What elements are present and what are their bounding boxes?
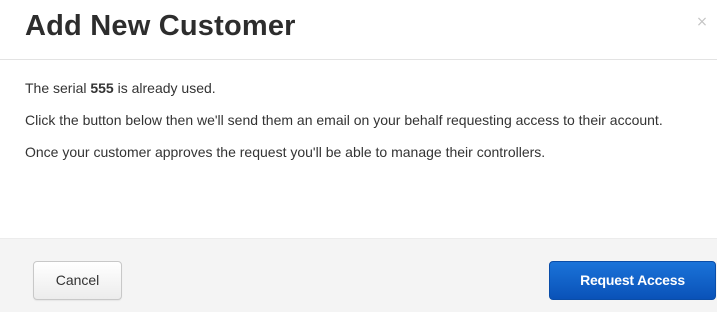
serial-message: The serial 555 is already used. bbox=[25, 78, 715, 98]
dialog-header: Add New Customer × bbox=[0, 0, 717, 60]
add-customer-dialog: Add New Customer × The serial 555 is alr… bbox=[0, 0, 717, 312]
instructions-text: Click the button below then we'll send t… bbox=[25, 112, 663, 128]
approval-note-text: Once your customer approves the request … bbox=[25, 144, 546, 160]
dialog-title: Add New Customer bbox=[25, 10, 296, 42]
dialog-footer: Cancel Request Access bbox=[0, 238, 717, 312]
cancel-button[interactable]: Cancel bbox=[33, 261, 122, 300]
close-icon[interactable]: × bbox=[694, 14, 710, 30]
serial-prefix-text: The serial bbox=[25, 80, 91, 96]
serial-number: 555 bbox=[90, 80, 114, 96]
request-access-button[interactable]: Request Access bbox=[549, 261, 716, 300]
serial-suffix-text: is already used. bbox=[113, 80, 216, 96]
dialog-body: The serial 555 is already used. Click th… bbox=[25, 78, 715, 174]
